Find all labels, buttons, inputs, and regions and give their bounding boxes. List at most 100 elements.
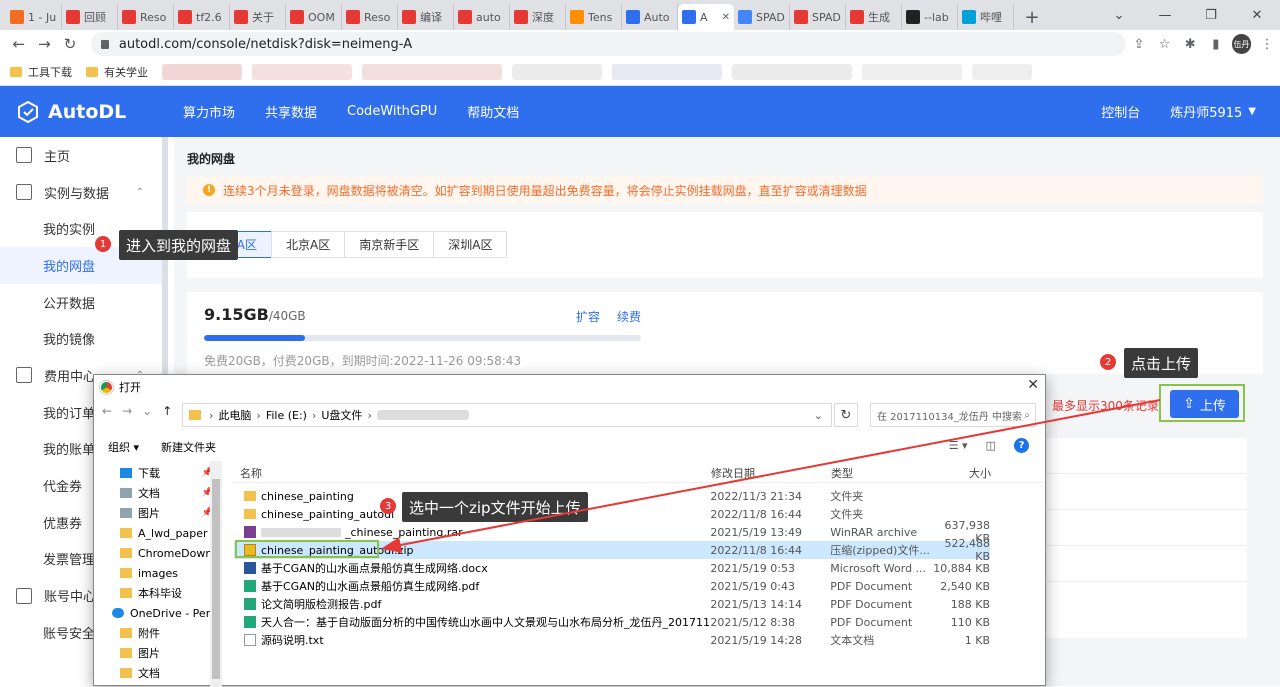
file-row[interactable]: 源码说明.txt 2021/5/19 14:28 文本文档 1 KB bbox=[234, 631, 990, 649]
new-tab-button[interactable]: + bbox=[1020, 4, 1044, 30]
sidebar-item[interactable]: 我的镜像 bbox=[0, 320, 162, 357]
close-icon[interactable]: ✕ bbox=[1234, 0, 1280, 30]
profile-avatar[interactable]: 伍丹 bbox=[1231, 34, 1252, 54]
browser-tab[interactable]: --lab bbox=[902, 4, 958, 30]
browser-tab[interactable]: A ✕ bbox=[678, 4, 734, 30]
chevron-down-icon[interactable]: ⌄ bbox=[1096, 0, 1142, 30]
browser-tab[interactable]: 编译 bbox=[398, 4, 454, 30]
nav-shared-data[interactable]: 共享数据 bbox=[265, 102, 317, 121]
tab-label: Auto bbox=[644, 10, 670, 24]
file-row[interactable]: 论文简明版检测报告.pdf 2021/5/13 14:14 PDF Document… bbox=[234, 595, 990, 613]
tree-item[interactable]: ChromeDown bbox=[94, 543, 221, 563]
url-text: autodl.com/console/netdisk?disk=neimeng-… bbox=[118, 36, 413, 52]
region-tab[interactable]: 北京A区 bbox=[271, 231, 346, 258]
preview-pane-icon[interactable]: ◫ bbox=[986, 439, 996, 452]
path-segment[interactable]: File (E:) bbox=[266, 409, 307, 422]
console-link[interactable]: 控制台 bbox=[1101, 102, 1140, 121]
chevron-down-icon[interactable]: ⌄ bbox=[142, 404, 152, 418]
col-name[interactable]: 名称 bbox=[234, 465, 711, 481]
organize-button[interactable]: 组织 ▾ bbox=[108, 439, 139, 455]
col-date[interactable]: 修改日期 bbox=[711, 465, 831, 481]
col-size[interactable]: 大小 bbox=[931, 465, 991, 481]
user-menu[interactable]: 炼丹师5915 bbox=[1170, 102, 1242, 121]
menu-icon[interactable]: ⋮ bbox=[1254, 37, 1280, 52]
path-segment[interactable]: U盘文件 bbox=[321, 407, 362, 423]
browser-tab[interactable]: Tens bbox=[566, 4, 622, 30]
tree-item[interactable]: 文档 bbox=[94, 663, 221, 683]
path-segment[interactable]: 此电脑 bbox=[218, 407, 251, 423]
refresh-icon[interactable]: ↻ bbox=[834, 403, 858, 427]
tree-item[interactable]: images bbox=[94, 563, 221, 583]
browser-tab[interactable]: 1 - Ju bbox=[6, 4, 62, 30]
browser-tab[interactable]: tf2.6 bbox=[174, 4, 230, 30]
tree-item[interactable]: 附件 bbox=[94, 623, 221, 643]
expand-link[interactable]: 扩容 bbox=[576, 308, 600, 325]
browser-tab[interactable]: SPAD bbox=[790, 4, 846, 30]
nav-codewithgpu[interactable]: CodeWithGPU bbox=[347, 104, 437, 119]
chevron-down-icon[interactable]: ⌄ bbox=[814, 409, 823, 422]
browser-tab[interactable]: Reso bbox=[118, 4, 174, 30]
tree-item[interactable]: 图片 📌 bbox=[94, 503, 221, 523]
browser-tab[interactable]: 回顾 bbox=[62, 4, 118, 30]
browser-tab[interactable]: auto bbox=[454, 4, 510, 30]
share-icon[interactable]: ⇪ bbox=[1126, 37, 1152, 52]
minimize-icon[interactable]: — bbox=[1142, 0, 1188, 30]
forward-icon[interactable]: → bbox=[122, 404, 132, 418]
tree-scrollbar-thumb[interactable] bbox=[212, 479, 220, 679]
search-input[interactable]: 在 2017110134_龙伍丹 中搜索 ⌕ bbox=[870, 403, 1036, 427]
nav-help-docs[interactable]: 帮助文档 bbox=[467, 102, 519, 121]
path-bar[interactable]: › 此电脑 › File (E:) › U盘文件 › ⌄ bbox=[182, 403, 832, 427]
sidebar-group[interactable]: 主页 bbox=[0, 137, 162, 174]
up-icon[interactable]: ↑ bbox=[162, 404, 172, 418]
forward-icon[interactable]: → bbox=[32, 35, 58, 53]
region-tab[interactable]: 深圳A区 bbox=[433, 231, 508, 258]
tree-item[interactable]: OneDrive - Perso bbox=[94, 603, 221, 623]
nav-compute-market[interactable]: 算力市场 bbox=[183, 102, 235, 121]
brand-logo[interactable]: AutoDL bbox=[16, 100, 183, 124]
tree-item[interactable]: 文档 📌 bbox=[94, 483, 221, 503]
chevron-right-icon: › bbox=[209, 408, 214, 422]
csdn-icon bbox=[850, 10, 864, 24]
upload-button[interactable]: ⇪ 上传 bbox=[1170, 390, 1239, 418]
view-options-icon[interactable]: ☰ ▾ bbox=[949, 439, 968, 452]
renew-link[interactable]: 续费 bbox=[617, 308, 641, 325]
browser-tab[interactable]: 深度 bbox=[510, 4, 566, 30]
file-row[interactable]: 天人合一：基于自动版面分析的中国传统山水画中人文景观与山水布局分析_龙伍丹_20… bbox=[234, 613, 990, 631]
close-tab-icon[interactable]: ✕ bbox=[722, 12, 730, 23]
tree-item[interactable]: 下载 📌 bbox=[94, 463, 221, 483]
back-icon[interactable]: ← bbox=[102, 404, 112, 418]
region-tab[interactable]: 南京新手区 bbox=[344, 231, 435, 258]
browser-tab[interactable]: 生成 bbox=[846, 4, 902, 30]
back-icon[interactable]: ← bbox=[6, 35, 32, 53]
sidebar-group[interactable]: 实例与数据 ⌃ bbox=[0, 174, 162, 211]
file-row[interactable]: 基于CGAN的山水画点景船仿真生成网络.docx 2021/5/19 0:53 Mi… bbox=[234, 559, 990, 577]
reload-icon[interactable]: ↻ bbox=[57, 35, 83, 53]
col-type[interactable]: 类型 bbox=[831, 465, 931, 481]
bookmark-folder[interactable]: 工具下载 bbox=[10, 64, 72, 80]
caret-down-icon[interactable]: ▼ bbox=[1248, 106, 1256, 117]
browser-tab[interactable]: Auto bbox=[622, 4, 678, 30]
browser-tab[interactable]: 关于 bbox=[230, 4, 286, 30]
tree-item[interactable]: 本科毕设 bbox=[94, 583, 221, 603]
browser-tab[interactable]: Reso bbox=[342, 4, 398, 30]
sidepanel-icon[interactable]: ▮ bbox=[1203, 37, 1229, 52]
new-folder-button[interactable]: 新建文件夹 bbox=[161, 439, 216, 455]
file-row[interactable]: chinese_painting_autodl 2022/11/8 16:44 文件… bbox=[234, 505, 990, 523]
help-icon[interactable]: ? bbox=[1014, 438, 1029, 453]
file-row[interactable]: _chinese_painting.rar 2021/5/19 13:49 WinR… bbox=[234, 519, 990, 545]
bookmark-folder[interactable]: 有关学业 bbox=[86, 64, 148, 80]
url-field[interactable]: autodl.com/console/netdisk?disk=neimeng-… bbox=[90, 32, 1127, 56]
extensions-icon[interactable]: ✱ bbox=[1177, 37, 1203, 52]
tree-item[interactable]: 图片 bbox=[94, 643, 221, 663]
file-row[interactable]: 基于CGAN的山水画点景船仿真生成网络.pdf 2021/5/19 0:43 PDF… bbox=[234, 577, 990, 595]
browser-tab[interactable]: 哔哩 bbox=[958, 4, 1014, 30]
tree-item[interactable]: A_lwd_paper bbox=[94, 523, 221, 543]
warning-banner: ! 连续3个月未登录，网盘数据将被清空。如扩容到期日使用量超出免费容量，将会停止… bbox=[187, 176, 1263, 204]
browser-tab[interactable]: OOM bbox=[286, 4, 342, 30]
sidebar-item[interactable]: 公开数据 bbox=[0, 284, 162, 321]
maximize-icon[interactable]: ❐ bbox=[1188, 0, 1234, 30]
browser-tab[interactable]: SPAD bbox=[734, 4, 790, 30]
close-icon[interactable]: ✕ bbox=[1027, 377, 1039, 393]
star-icon[interactable]: ☆ bbox=[1152, 37, 1178, 52]
file-row[interactable]: chinese_painting 2022/11/3 21:34 文件夹 bbox=[234, 487, 990, 505]
